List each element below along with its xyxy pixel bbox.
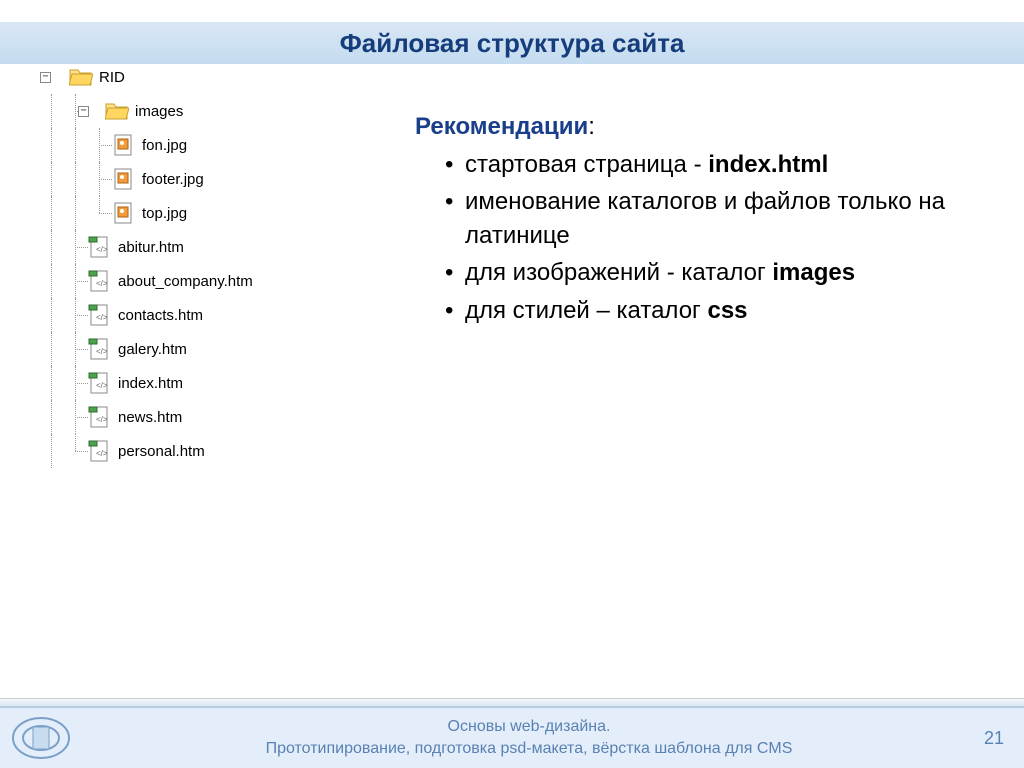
bold-text: css	[707, 297, 747, 324]
html-file-icon: </>	[88, 304, 112, 326]
html-file-icon: </>	[88, 440, 112, 462]
minus-icon[interactable]: −	[40, 72, 51, 83]
bold-text: images	[772, 259, 855, 286]
tree-node-file[interactable]: </> personal.htm	[40, 434, 380, 468]
recs-item: для стилей – каталог css	[445, 294, 994, 328]
colon: :	[588, 113, 595, 140]
tree-node-file[interactable]: fon.jpg	[40, 128, 380, 162]
folder-open-icon	[69, 66, 93, 88]
tree-label: about_company.htm	[118, 273, 253, 290]
html-file-icon: </>	[88, 270, 112, 292]
file-tree: − RID − images fon.jpg	[40, 60, 380, 468]
html-file-icon: </>	[88, 372, 112, 394]
logo-icon	[8, 713, 74, 763]
svg-text:</>: </>	[96, 313, 108, 322]
tree-node-file[interactable]: </> contacts.htm	[40, 298, 380, 332]
page-number: 21	[964, 728, 1024, 749]
recs-title: Рекомендации	[415, 113, 588, 140]
tree-node-file[interactable]: </> news.htm	[40, 400, 380, 434]
image-file-icon	[112, 202, 136, 224]
content-area: − RID − images fon.jpg	[10, 60, 1014, 688]
tree-label: galery.htm	[118, 341, 187, 358]
html-file-icon: </>	[88, 338, 112, 360]
tree-node-file[interactable]: </> about_company.htm	[40, 264, 380, 298]
slide-title: Файловая структура сайта	[340, 28, 685, 59]
tree-node-file[interactable]: </> galery.htm	[40, 332, 380, 366]
title-bar: Файловая структура сайта	[0, 22, 1024, 64]
svg-text:</>: </>	[96, 245, 108, 254]
recs-list: стартовая страница - index.html именован…	[415, 148, 994, 328]
tree-label: news.htm	[118, 409, 182, 426]
footer-line2: Прототипирование, подготовка psd-макета,…	[94, 738, 964, 760]
svg-text:</>: </>	[96, 415, 108, 424]
text: для изображений - каталог	[465, 259, 772, 286]
tree-node-file[interactable]: </> abitur.htm	[40, 230, 380, 264]
recs-item: стартовая страница - index.html	[445, 148, 994, 182]
tree-label: contacts.htm	[118, 307, 203, 324]
html-file-icon: </>	[88, 406, 112, 428]
image-file-icon	[112, 134, 136, 156]
svg-text:</>: </>	[96, 347, 108, 356]
footer-divider	[0, 698, 1024, 706]
tree-node-root[interactable]: − RID	[40, 60, 380, 94]
footer-text: Основы web-дизайна. Прототипирование, по…	[94, 716, 964, 759]
folder-open-icon	[105, 100, 129, 122]
recs-item: для изображений - каталог images	[445, 256, 994, 290]
tree-label: top.jpg	[142, 205, 187, 222]
svg-text:</>: </>	[96, 381, 108, 390]
svg-text:</>: </>	[96, 279, 108, 288]
image-file-icon	[112, 168, 136, 190]
recommendations: Рекомендации: стартовая страница - index…	[415, 110, 994, 332]
text: именование каталогов и файлов только на …	[465, 188, 945, 249]
tree-label: index.htm	[118, 375, 183, 392]
tree-node-images[interactable]: − images	[40, 94, 380, 128]
svg-text:</>: </>	[96, 449, 108, 458]
minus-icon[interactable]: −	[78, 106, 89, 117]
tree-node-file[interactable]: footer.jpg	[40, 162, 380, 196]
html-file-icon: </>	[88, 236, 112, 258]
footer: Основы web-дизайна. Прототипирование, по…	[0, 706, 1024, 768]
tree-label: personal.htm	[118, 443, 205, 460]
tree-label: images	[135, 103, 183, 120]
tree-label: footer.jpg	[142, 171, 204, 188]
text: стартовая страница -	[465, 151, 708, 178]
tree-label: RID	[99, 69, 125, 86]
tree-node-file[interactable]: top.jpg	[40, 196, 380, 230]
recs-item: именование каталогов и файлов только на …	[445, 185, 994, 252]
tree-label: fon.jpg	[142, 137, 187, 154]
tree-label: abitur.htm	[118, 239, 184, 256]
bold-text: index.html	[708, 151, 828, 178]
text: для стилей – каталог	[465, 297, 707, 324]
tree-node-file[interactable]: </> index.htm	[40, 366, 380, 400]
footer-line1: Основы web-дизайна.	[94, 716, 964, 738]
